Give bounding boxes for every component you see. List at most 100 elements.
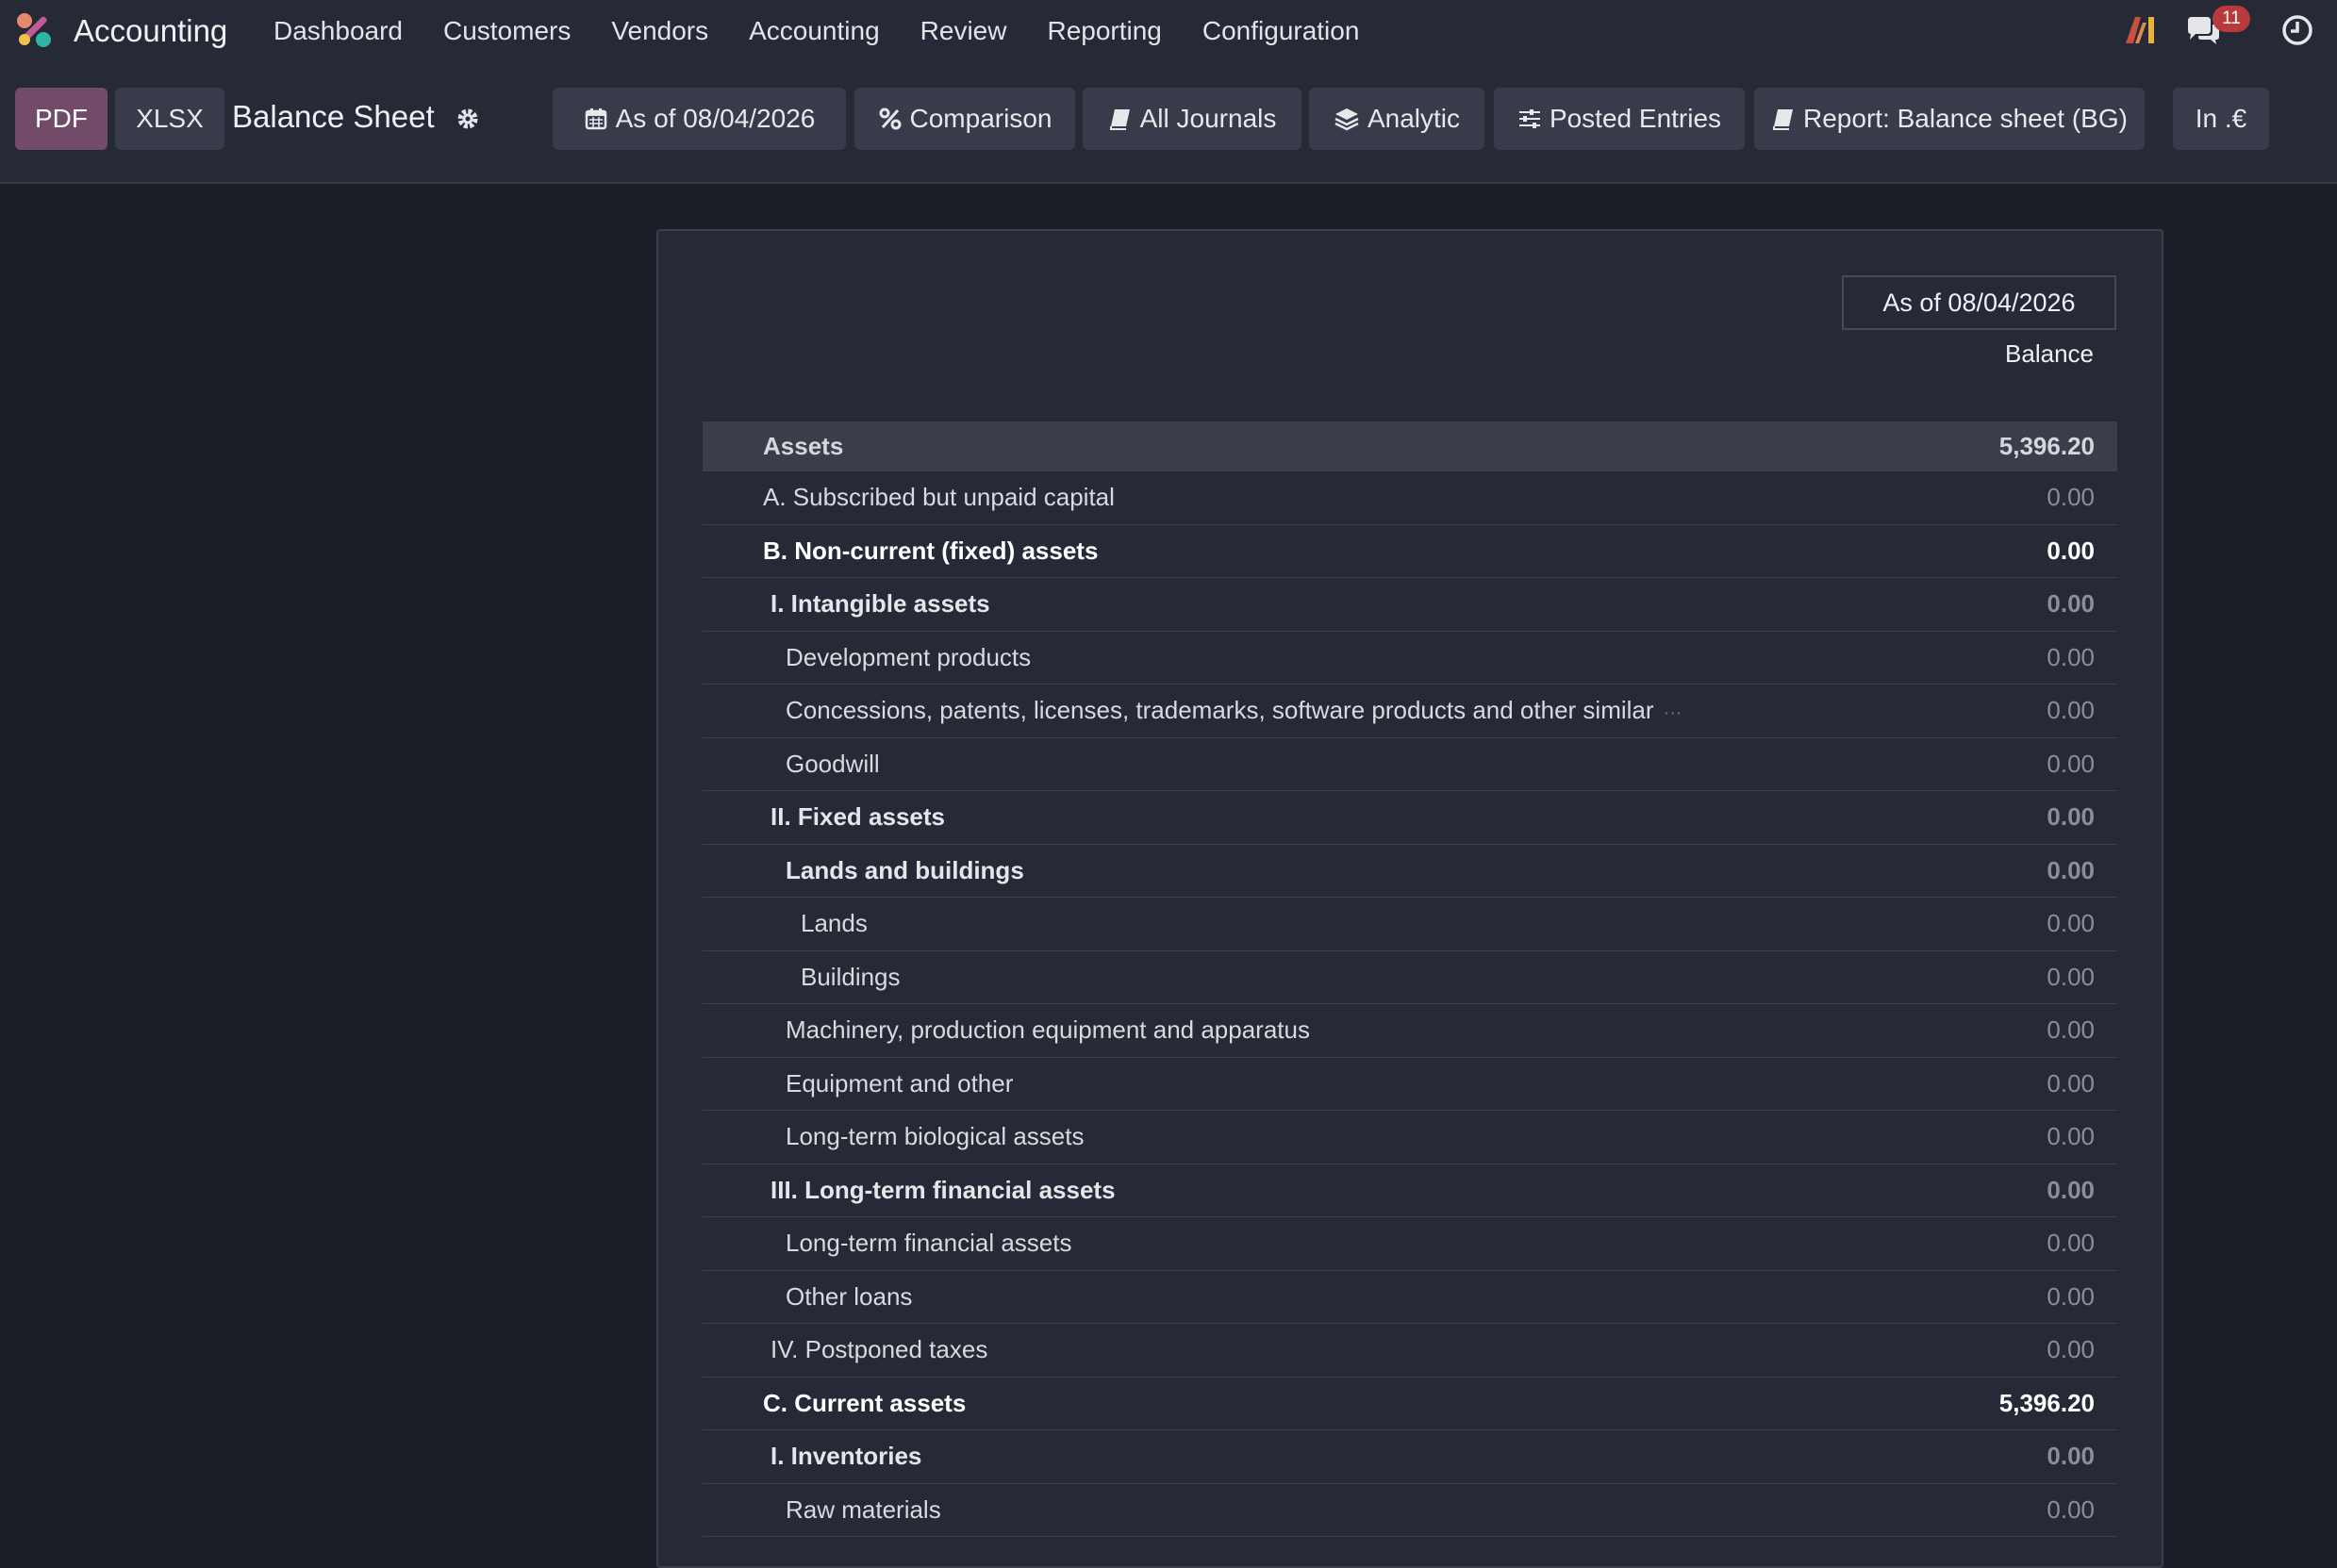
row-label: Machinery, production equipment and appa… [786,1015,1310,1045]
table-row[interactable]: C. Current assets 5,396.20 [703,1378,2117,1430]
book-icon [1109,109,1130,130]
top-navbar: Accounting Dashboard Customers Vendors A… [0,0,2337,61]
row-label: Long-term biological assets [786,1122,1085,1151]
app-logo-icon[interactable] [13,9,55,51]
row-label: Lands and buildings [786,855,1024,884]
menu-accounting[interactable]: Accounting [749,16,880,46]
report-variant-button[interactable]: Report: Balance sheet (BG) [1754,88,2145,150]
table-row[interactable]: Other loans 0.00 [703,1271,2117,1324]
table-row[interactable]: III. Long-term financial assets 0.00 [703,1164,2117,1217]
row-label: Concessions, patents, licenses, trademar… [786,696,1654,725]
row-amount[interactable]: 5,396.20 [1999,432,2095,461]
gear-icon[interactable] [455,106,481,132]
row-amount[interactable]: 0.00 [2047,589,2095,619]
date-filter-button[interactable]: As of 08/04/2026 [553,88,846,150]
ai-assistant-icon[interactable] [2122,13,2158,47]
date-filter-label: As of 08/04/2026 [615,104,816,133]
row-amount[interactable]: 0.00 [2047,483,2095,512]
menu-customers[interactable]: Customers [443,16,571,46]
row-label: Lands [801,909,868,938]
table-row[interactable]: B. Non-current (fixed) assets 0.00 [703,525,2117,578]
row-label: Development products [786,642,1032,671]
row-amount[interactable]: 0.00 [2047,696,2095,725]
row-amount[interactable]: 0.00 [2047,856,2095,885]
row-label: I. Intangible assets [771,589,990,619]
menu-reporting[interactable]: Reporting [1047,16,1161,46]
table-row[interactable]: IV. Postponed taxes 0.00 [703,1324,2117,1378]
journals-button[interactable]: All Journals [1083,88,1301,150]
row-amount[interactable]: 0.00 [2047,802,2095,832]
table-row[interactable]: II. Fixed assets 0.00 [703,791,2117,845]
row-label: II. Fixed assets [771,802,945,832]
table-row[interactable]: Machinery, production equipment and appa… [703,1004,2117,1058]
sliders-icon [1518,109,1540,128]
row-amount[interactable]: 0.00 [2047,1122,2095,1151]
table-row[interactable]: Development products 0.00 [703,632,2117,685]
layers-icon [1334,108,1359,131]
row-label: Goodwill [786,749,880,778]
row-amount[interactable]: 0.00 [2047,1015,2095,1045]
table-row[interactable]: Buildings 0.00 [703,951,2117,1004]
analytic-button[interactable]: Analytic [1309,88,1484,150]
posted-entries-label: Posted Entries [1549,104,1722,133]
row-label: Raw materials [786,1494,941,1524]
row-amount[interactable]: 0.00 [2047,1495,2095,1525]
comparison-button[interactable]: Comparison [854,88,1075,150]
posted-entries-button[interactable]: Posted Entries [1494,88,1745,150]
currency-button[interactable]: In .€ [2173,88,2269,150]
table-row[interactable]: I. Intangible assets 0.00 [703,578,2117,632]
row-amount[interactable]: 0.00 [2047,750,2095,779]
row-amount[interactable]: 0.00 [2047,1282,2095,1312]
page-title: Balance Sheet [232,99,435,134]
row-label: Other loans [786,1281,913,1311]
table-row[interactable]: Lands 0.00 [703,898,2117,951]
table-row[interactable]: Assets 5,396.20 [703,421,2117,471]
row-amount[interactable]: 0.00 [2047,1442,2095,1471]
row-amount[interactable]: 0.00 [2047,1335,2095,1364]
xlsx-button[interactable]: XLSX [115,88,224,150]
row-amount[interactable]: 5,396.20 [1999,1389,2095,1418]
percent-icon [879,107,902,130]
row-amount[interactable]: 0.00 [2047,1229,2095,1258]
row-label: Assets [763,431,844,460]
clock-icon[interactable] [2280,13,2314,47]
row-label: Buildings [801,962,901,991]
balance-sheet-table: Assets 5,396.20 A. Subscribed but unpaid… [703,421,2117,1537]
row-amount[interactable]: 0.00 [2047,1176,2095,1205]
table-row[interactable]: I. Inventories 0.00 [703,1430,2117,1484]
table-row[interactable]: Lands and buildings 0.00 [703,845,2117,898]
calendar-icon [585,108,606,130]
row-label: C. Current assets [763,1388,967,1417]
row-label: Equipment and other [786,1068,1014,1098]
row-label: Long-term financial assets [786,1229,1072,1258]
row-label: A. Subscribed but unpaid capital [763,483,1115,512]
control-panel: PDF XLSX Balance Sheet As of 08/04/2026 … [0,61,2337,184]
row-label-truncated: Concessions, patents, licenses, trademar… [786,696,1682,725]
journals-label: All Journals [1139,104,1277,133]
table-row[interactable]: Concessions, patents, licenses, trademar… [703,685,2117,738]
menu-review[interactable]: Review [920,16,1007,46]
table-row[interactable]: Equipment and other 0.00 [703,1058,2117,1111]
menu-configuration[interactable]: Configuration [1202,16,1360,46]
row-amount[interactable]: 0.00 [2047,1069,2095,1098]
row-amount[interactable]: 0.00 [2047,963,2095,992]
comparison-label: Comparison [909,104,1052,133]
pdf-button[interactable]: PDF [15,88,108,150]
app-name[interactable]: Accounting [74,13,227,49]
notification-badge: 11 [2213,6,2250,32]
table-row[interactable]: Long-term biological assets 0.00 [703,1111,2117,1164]
main-menu: Dashboard Customers Vendors Accounting R… [273,0,1400,61]
analytic-label: Analytic [1367,104,1461,133]
menu-vendors[interactable]: Vendors [611,16,708,46]
column-date-header[interactable]: As of 08/04/2026 [1842,275,2116,330]
table-row[interactable]: A. Subscribed but unpaid capital 0.00 [703,471,2117,525]
row-amount[interactable]: 0.00 [2047,643,2095,672]
book-icon [1773,109,1794,130]
row-label: B. Non-current (fixed) assets [763,536,1099,565]
row-amount[interactable]: 0.00 [2047,909,2095,938]
table-row[interactable]: Long-term financial assets 0.00 [703,1217,2117,1271]
report-variant-label: Report: Balance sheet (BG) [1803,104,2128,133]
menu-dashboard[interactable]: Dashboard [273,16,403,46]
row-amount[interactable]: 0.00 [2047,536,2095,566]
table-row[interactable]: Goodwill 0.00 [703,738,2117,791]
